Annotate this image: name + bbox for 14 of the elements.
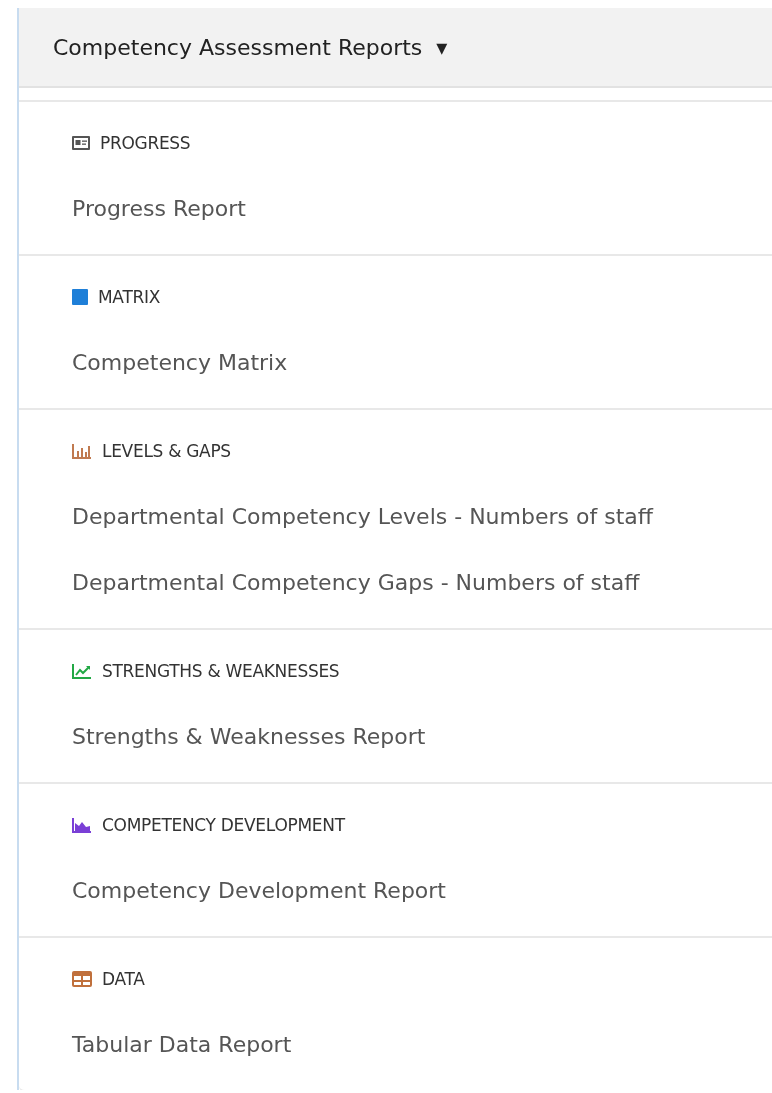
section-heading: COMPETENCY DEVELOPMENT bbox=[102, 815, 345, 835]
report-link[interactable]: Tabular Data Report bbox=[72, 1011, 772, 1077]
section-heading: STRENGTHS & WEAKNESSES bbox=[102, 661, 340, 681]
report-link[interactable]: Strengths & Weaknesses Report bbox=[72, 703, 772, 769]
report-link[interactable]: Departmental Competency Levels - Numbers of staff bbox=[72, 483, 772, 549]
section-heading: LEVELS & GAPS bbox=[102, 441, 231, 461]
report-link[interactable]: Departmental Competency Gaps - Numbers of staff bbox=[72, 549, 772, 615]
section-heading: PROGRESS bbox=[100, 133, 191, 153]
report-link[interactable]: Competency Matrix bbox=[72, 329, 772, 395]
section-heading: DATA bbox=[102, 969, 145, 989]
section-heading: MATRIX bbox=[98, 287, 161, 307]
report-link[interactable]: Competency Development Report bbox=[72, 857, 772, 923]
report-dropdown[interactable]: Competency Assessment Reports ▾ bbox=[19, 8, 772, 88]
report-link[interactable]: Progress Report bbox=[72, 175, 772, 241]
